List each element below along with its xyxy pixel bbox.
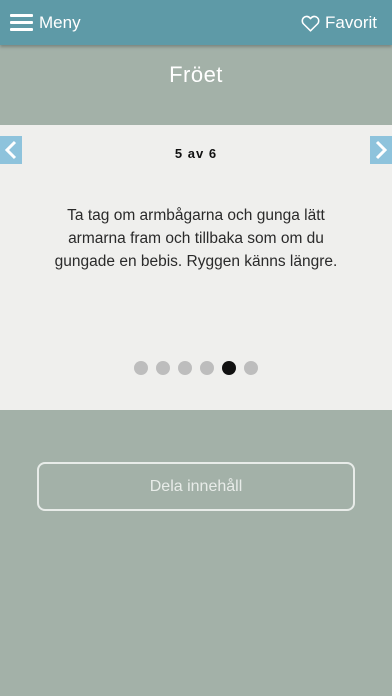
favorite-label: Favorit — [325, 13, 377, 32]
exercise-instruction: Ta tag om armbågarna och gunga lätt arma… — [54, 207, 338, 270]
menu-button[interactable]: Meny — [10, 10, 81, 36]
step-counter: 5 av 6 — [174, 146, 218, 161]
menu-label: Meny — [39, 13, 81, 32]
hamburger-icon — [10, 14, 33, 32]
exercise-card: 5 av 6 Ta tag om armbågarna och gunga lä… — [0, 125, 392, 410]
chevron-right-icon — [375, 140, 388, 160]
page-title: Fröet — [169, 62, 223, 87]
heart-icon — [301, 15, 320, 32]
next-button[interactable] — [370, 136, 392, 164]
page-dot-3[interactable] — [178, 361, 192, 375]
page-dot-2[interactable] — [156, 361, 170, 375]
favorite-button[interactable]: Favorit — [301, 10, 377, 36]
share-button[interactable]: Dela innehåll — [37, 462, 355, 511]
page-dot-4[interactable] — [200, 361, 214, 375]
top-bar: Meny Favorit — [0, 0, 392, 45]
page-dot-6[interactable] — [244, 361, 258, 375]
page-dot-5[interactable] — [222, 361, 236, 375]
page-dot-1[interactable] — [134, 361, 148, 375]
page-indicator — [0, 361, 392, 375]
